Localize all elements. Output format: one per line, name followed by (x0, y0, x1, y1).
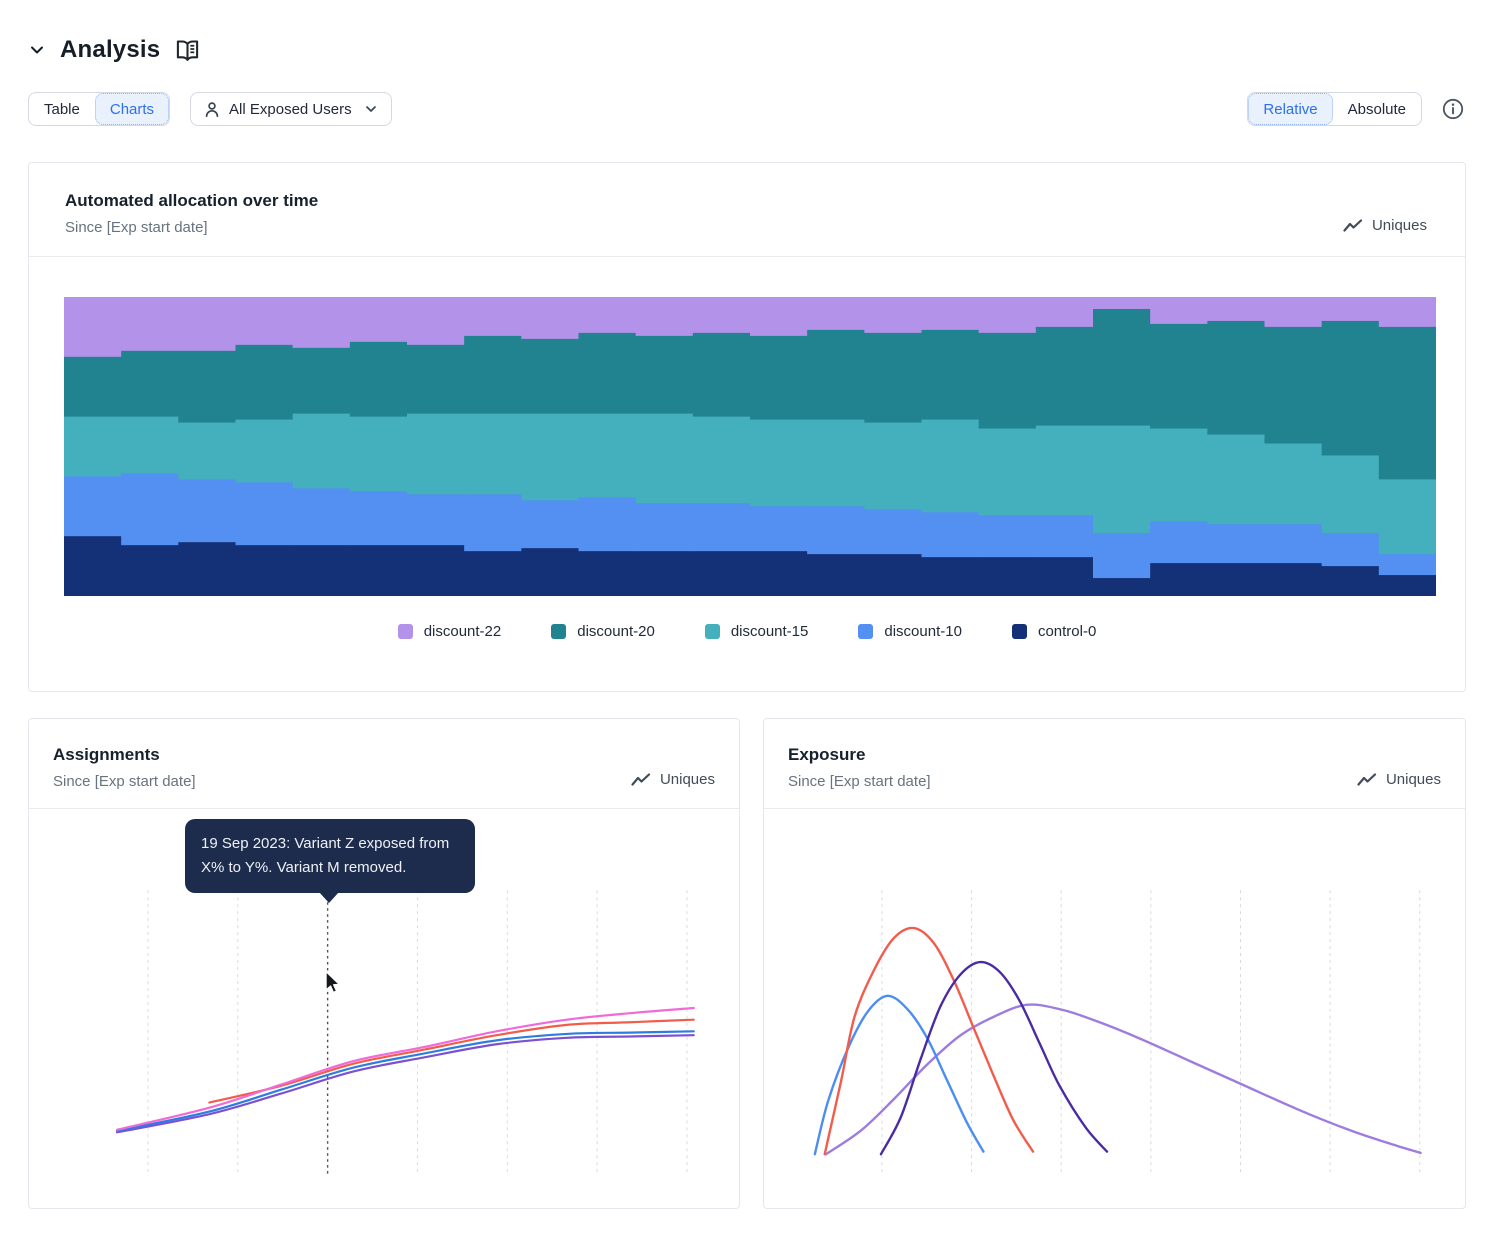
allocation-card-header: Automated allocation over time Since [Ex… (29, 163, 1465, 257)
info-icon[interactable] (1440, 96, 1466, 122)
legend-label: discount-15 (731, 623, 809, 640)
legend-item-discount-20[interactable]: discount-20 (551, 623, 655, 640)
legend-label: discount-10 (884, 623, 962, 640)
trend-line-icon (1343, 218, 1363, 233)
legend-swatch (858, 624, 873, 639)
annotation-tooltip: 19 Sep 2023: Variant Z exposed from X% t… (185, 819, 475, 893)
toggle-relative[interactable]: Relative (1248, 93, 1332, 125)
allocation-stacked-chart[interactable] (64, 297, 1436, 596)
legend-label: control-0 (1038, 623, 1096, 640)
trend-line-icon (631, 772, 651, 787)
analysis-page: Analysis Table Charts All Exposed Users (0, 0, 1494, 1209)
assignments-card: Assignments Since [Exp start date] Uniqu… (28, 718, 740, 1209)
collapse-chevron-icon[interactable] (28, 41, 46, 59)
assignments-card-subtitle: Since [Exp start date] (53, 773, 196, 790)
exposure-metric-label: Uniques (1386, 771, 1441, 788)
audience-dropdown-label: All Exposed Users (229, 101, 352, 118)
toolbar: Table Charts All Exposed Users Relative … (28, 92, 1466, 126)
tab-table[interactable]: Table (29, 93, 95, 125)
legend-label: discount-20 (577, 623, 655, 640)
allocation-card-title: Automated allocation over time (65, 191, 318, 211)
legend-item-control-0[interactable]: control-0 (1012, 623, 1096, 640)
chevron-down-icon (365, 103, 377, 115)
allocation-card-subtitle: Since [Exp start date] (65, 219, 318, 236)
page-title: Analysis (60, 36, 160, 64)
allocation-chart-area[interactable] (29, 257, 1465, 596)
legend-swatch (551, 624, 566, 639)
assignments-card-title: Assignments (53, 745, 196, 765)
legend-swatch (398, 624, 413, 639)
exposure-card-subtitle: Since [Exp start date] (788, 773, 931, 790)
person-icon (204, 101, 220, 118)
relative-absolute-toggle: Relative Absolute (1247, 92, 1422, 126)
allocation-metric-label: Uniques (1372, 217, 1427, 234)
exposure-card-title: Exposure (788, 745, 931, 765)
legend-swatch (1012, 624, 1027, 639)
exposure-metric: Uniques (1357, 771, 1441, 790)
page-header: Analysis (28, 0, 1466, 64)
audience-dropdown[interactable]: All Exposed Users (190, 92, 392, 126)
docs-book-icon[interactable] (174, 39, 201, 63)
mouse-cursor-icon (320, 969, 344, 1000)
trend-line-icon (1357, 772, 1377, 787)
legend-item-discount-15[interactable]: discount-15 (705, 623, 809, 640)
view-mode-tabs: Table Charts (28, 92, 170, 126)
legend-swatch (705, 624, 720, 639)
allocation-legend: discount-22 discount-20 discount-15 discoun… (29, 623, 1465, 640)
toggle-absolute[interactable]: Absolute (1333, 93, 1421, 125)
bottom-row: Assignments Since [Exp start date] Uniqu… (28, 718, 1466, 1209)
assignments-card-header: Assignments Since [Exp start date] Uniqu… (29, 719, 739, 809)
assignments-metric-label: Uniques (660, 771, 715, 788)
legend-item-discount-10[interactable]: discount-10 (858, 623, 962, 640)
exposure-card: Exposure Since [Exp start date] Uniques (763, 718, 1466, 1209)
legend-label: discount-22 (424, 623, 502, 640)
allocation-metric: Uniques (1343, 217, 1427, 236)
allocation-card: Automated allocation over time Since [Ex… (28, 162, 1466, 692)
assignments-metric: Uniques (631, 771, 715, 790)
toolbar-right: Relative Absolute (1247, 92, 1466, 126)
tab-charts[interactable]: Charts (95, 93, 169, 125)
legend-item-discount-22[interactable]: discount-22 (398, 623, 502, 640)
exposure-card-header: Exposure Since [Exp start date] Uniques (764, 719, 1465, 809)
